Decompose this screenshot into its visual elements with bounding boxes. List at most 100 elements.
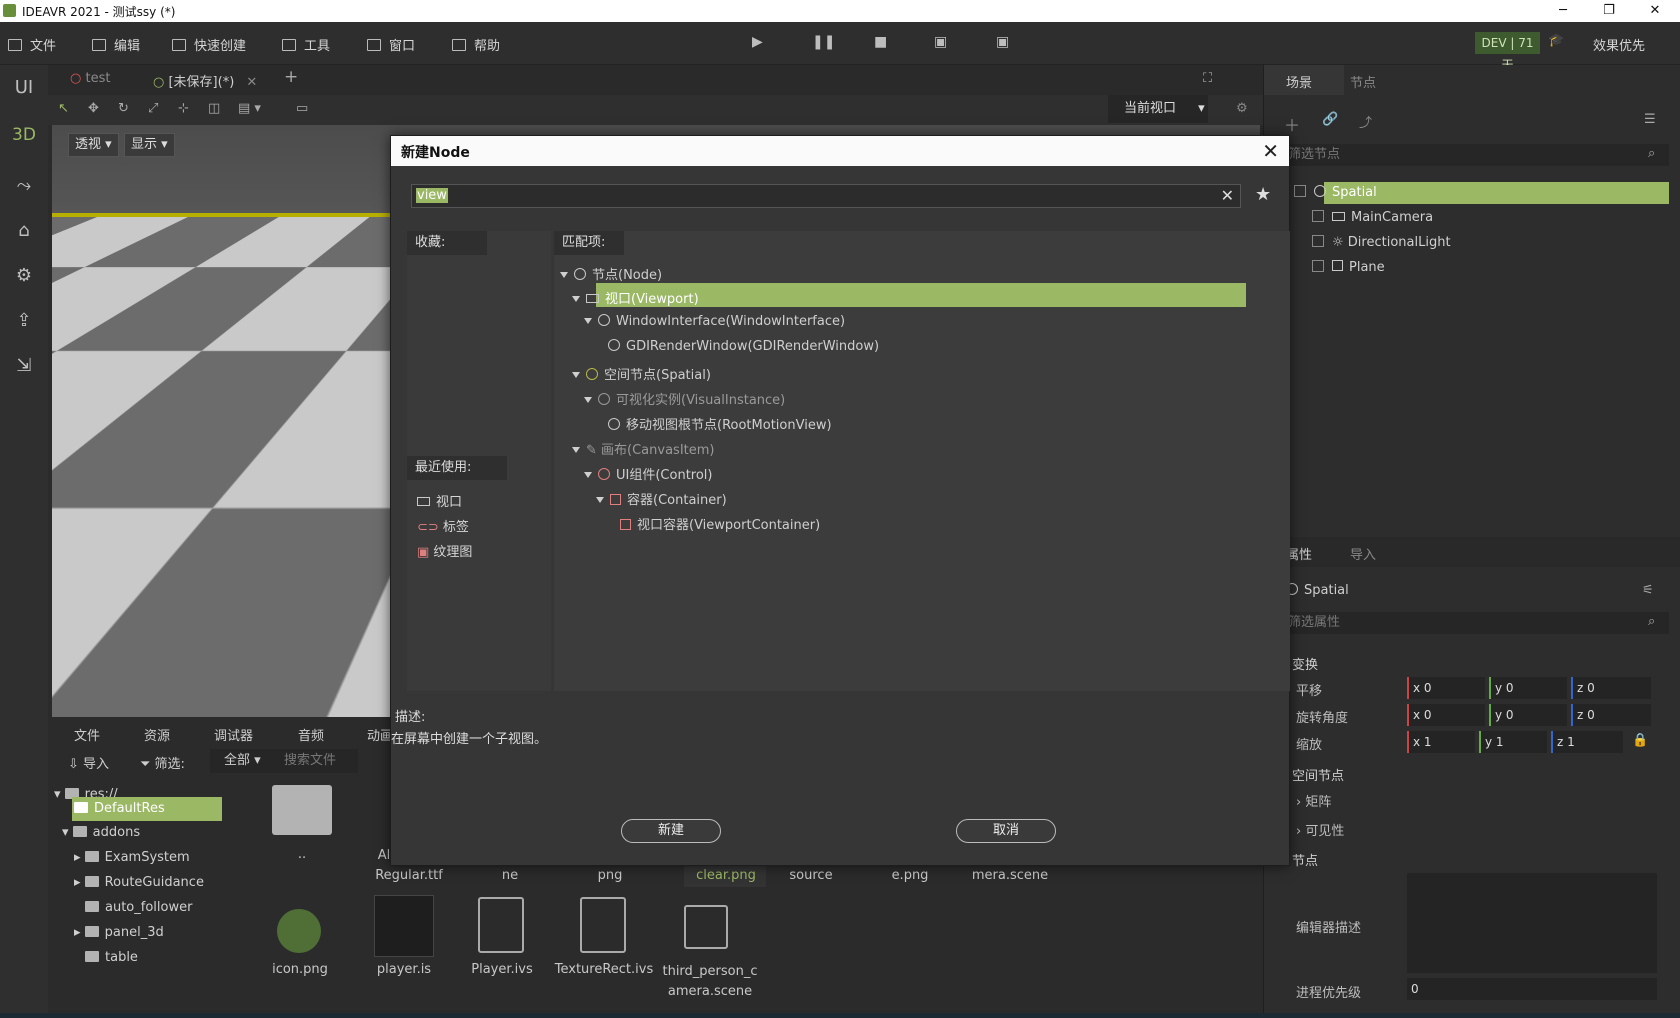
editor-desc-textarea[interactable]: [1407, 873, 1657, 973]
tree-defaultres[interactable]: DefaultRes: [74, 801, 165, 816]
rotation-x-field[interactable]: x 0: [1407, 704, 1485, 726]
pivot-tool-icon[interactable]: ⊹: [178, 101, 189, 116]
dialog-close-icon[interactable]: ✕: [1262, 139, 1279, 163]
link-icon[interactable]: 🔗: [1322, 112, 1338, 127]
rotation-z-field[interactable]: z 0: [1571, 704, 1651, 726]
effect-priority-button[interactable]: 效果优先: [1593, 35, 1645, 54]
section-node[interactable]: 节点: [1292, 850, 1318, 869]
scene-clapper-icon[interactable]: [684, 905, 728, 949]
add-node-icon[interactable]: ＋: [1284, 112, 1300, 136]
file-label-ne[interactable]: ne: [460, 868, 560, 883]
select-tool-icon[interactable]: ↖: [58, 101, 69, 116]
filter-props-input[interactable]: 筛选属性: [1284, 612, 1669, 634]
pause-icon[interactable]: ❚❚: [812, 34, 835, 50]
scale-y-field[interactable]: y 1: [1479, 731, 1547, 753]
file-search-input[interactable]: 搜索文件: [278, 749, 358, 773]
match-visualinstance[interactable]: 可视化实例(VisualInstance): [584, 389, 785, 408]
filter-select[interactable]: 全部 ▾: [210, 749, 286, 773]
move-tool-icon[interactable]: ✥: [88, 101, 99, 116]
play-icon[interactable]: ▶: [752, 34, 763, 50]
close-window-button[interactable]: ✕: [1632, 0, 1678, 22]
recent-item-label[interactable]: ⊂⊃ 标签: [417, 516, 469, 535]
file-label-font[interactable]: Regular.ttf: [359, 868, 459, 883]
tree-table[interactable]: table: [85, 950, 138, 965]
scene-item-plane[interactable]: Plane: [1312, 260, 1385, 275]
instance-icon[interactable]: ⤴: [1359, 112, 1372, 131]
cancel-button[interactable]: 取消: [956, 819, 1056, 843]
menu-window[interactable]: 窗口: [367, 35, 415, 54]
favorite-star-icon[interactable]: ★: [1255, 184, 1271, 205]
settings-gear-icon[interactable]: ⚙: [1236, 101, 1248, 116]
rotate-tool-icon[interactable]: ↻: [118, 101, 129, 116]
scale-tool-icon[interactable]: ⤢: [148, 101, 158, 116]
menu-file[interactable]: 文件: [8, 35, 56, 54]
menu-help[interactable]: 帮助: [452, 35, 500, 54]
store-icon[interactable]: ⌂: [0, 220, 48, 241]
scene-item-maincamera[interactable]: MainCamera: [1312, 210, 1433, 225]
scene-item-light[interactable]: ☼ DirectionalLight: [1312, 235, 1451, 250]
file-label-icon[interactable]: icon.png: [250, 962, 350, 977]
filter-nodes-input[interactable]: 筛选节点: [1284, 144, 1669, 166]
icon-png-thumb[interactable]: [277, 909, 321, 953]
match-rootmotionview[interactable]: 移动视图根节点(RootMotionView): [608, 414, 832, 433]
match-spatial[interactable]: 空间节点(Spatial): [572, 364, 711, 383]
match-windowinterface[interactable]: WindowInterface(WindowInterface): [584, 314, 845, 329]
fullscreen-icon[interactable]: ⛶: [1203, 71, 1212, 86]
display-button[interactable]: 显示 ▾: [124, 133, 175, 157]
tab-import[interactable]: 导入: [1350, 544, 1376, 563]
play-custom-icon[interactable]: ▣: [996, 34, 1009, 50]
export-icon[interactable]: ⇲: [0, 355, 48, 376]
recent-item-texture[interactable]: ▣ 纹理图: [417, 541, 472, 560]
stop-icon[interactable]: ■: [874, 34, 887, 50]
perspective-button[interactable]: 透视 ▾: [68, 133, 119, 157]
translation-x-field[interactable]: x 0: [1407, 677, 1485, 699]
tree-examsystem[interactable]: ▸ ExamSystem: [74, 850, 190, 865]
tab-node[interactable]: 节点: [1350, 72, 1376, 91]
tree-panel3d[interactable]: ▸ panel_3d: [74, 925, 164, 940]
match-node[interactable]: 节点(Node): [560, 264, 662, 283]
viewport-select[interactable]: 当前视口 ▾: [1108, 95, 1208, 123]
sliders-icon[interactable]: ⚟: [1642, 583, 1654, 598]
bounds-tool-icon[interactable]: ◫: [208, 101, 220, 116]
tab-resources[interactable]: 资源: [144, 725, 170, 744]
scene-item-spatial[interactable]: Spatial: [1294, 185, 1377, 200]
scale-z-field[interactable]: z 1: [1551, 731, 1623, 753]
match-container[interactable]: 容器(Container): [596, 489, 727, 508]
visual-script-icon[interactable]: [478, 897, 524, 953]
create-button[interactable]: 新建: [621, 819, 721, 843]
file-label-texturerect[interactable]: TextureRect.ivs: [554, 962, 654, 977]
file-label-player-is[interactable]: player.is: [354, 962, 454, 977]
priority-field[interactable]: 0: [1407, 978, 1657, 1000]
script-icon[interactable]: ⤳: [0, 175, 48, 196]
menu-icon[interactable]: ☰: [1644, 112, 1656, 127]
import-button[interactable]: ⇩ 导入: [68, 753, 109, 772]
share-icon[interactable]: ⇪: [0, 310, 48, 331]
recent-item-viewport[interactable]: 视口: [417, 491, 462, 510]
rotation-y-field[interactable]: y 0: [1489, 704, 1567, 726]
script-thumb[interactable]: [374, 895, 434, 957]
snap-tool-icon[interactable]: ▤ ▾: [238, 101, 261, 116]
clear-search-icon[interactable]: ✕: [1221, 186, 1234, 205]
node-search-input[interactable]: view ✕: [411, 184, 1241, 208]
ui-mode-button[interactable]: UI: [0, 77, 48, 98]
file-label-parent[interactable]: ..: [252, 847, 352, 862]
tree-routeguidance[interactable]: ▸ RouteGuidance: [74, 875, 204, 890]
tab-files[interactable]: 文件: [74, 725, 100, 744]
match-viewport[interactable]: 视口(Viewport): [572, 288, 699, 307]
tab-unsaved[interactable]: ○ [未保存](*) ✕: [153, 71, 257, 90]
file-label-png[interactable]: png: [560, 868, 660, 883]
tab-test[interactable]: ○ test: [70, 71, 110, 86]
folder-large-icon[interactable]: [272, 785, 332, 835]
tree-addons[interactable]: ▾ addons: [62, 825, 140, 840]
file-label-third-person[interactable]: third_person_c amera.scene: [660, 962, 760, 1002]
3d-mode-button[interactable]: 3D: [0, 125, 48, 145]
close-tab-icon[interactable]: ✕: [246, 75, 257, 90]
menu-edit[interactable]: 编辑: [92, 35, 140, 54]
match-gdirenderwindow[interactable]: GDIRenderWindow(GDIRenderWindow): [608, 339, 879, 354]
section-visibility[interactable]: › 可见性: [1296, 820, 1344, 839]
tab-debugger[interactable]: 调试器: [214, 725, 253, 744]
match-viewport-row[interactable]: 视口(Viewport): [554, 283, 1254, 307]
add-tab-button[interactable]: +: [284, 67, 298, 87]
file-label-camera-scene[interactable]: mera.scene: [960, 868, 1060, 883]
section-transform[interactable]: 变换: [1292, 654, 1318, 673]
